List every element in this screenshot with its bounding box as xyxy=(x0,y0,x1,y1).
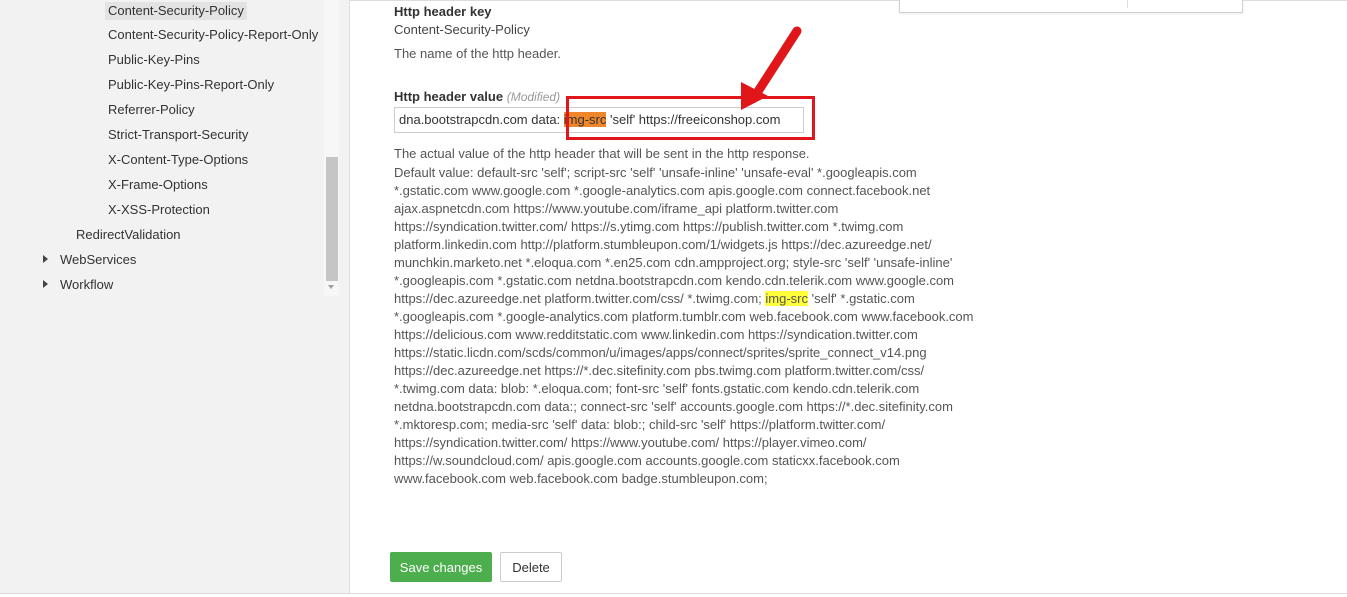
sidebar: Content-Security-Policy Content-Security… xyxy=(0,0,350,593)
http-header-key-description: The name of the http header. xyxy=(394,46,561,61)
http-header-value-label-text: Http header value xyxy=(394,89,504,104)
http-header-value-label: Http header value (Modified) xyxy=(394,89,560,104)
http-header-key-value: Content-Security-Policy xyxy=(394,22,530,37)
sidebar-item-web-services[interactable]: WebServices xyxy=(60,251,136,269)
sidebar-item-public-key-pins[interactable]: Public-Key-Pins xyxy=(108,51,200,69)
default-value-text: Default value: default-src 'self'; scrip… xyxy=(394,164,974,488)
panel-divider xyxy=(1127,0,1128,8)
sidebar-item-strict-transport-security[interactable]: Strict-Transport-Security xyxy=(108,126,248,144)
bottom-divider xyxy=(0,593,1347,594)
save-changes-button[interactable]: Save changes xyxy=(390,552,492,582)
sidebar-scrollbar-thumb[interactable] xyxy=(326,157,338,281)
input-text-before: dna.bootstrapcdn.com data: xyxy=(399,112,564,127)
delete-button[interactable]: Delete xyxy=(500,552,562,582)
sidebar-item-content-security-policy[interactable]: Content-Security-Policy xyxy=(105,2,247,20)
expand-caret-icon[interactable] xyxy=(43,280,48,288)
expand-caret-icon[interactable] xyxy=(43,255,48,263)
sidebar-item-public-key-pins-report-only[interactable]: Public-Key-Pins-Report-Only xyxy=(108,76,274,94)
default-text-before: Default value: default-src 'self'; scrip… xyxy=(394,165,955,306)
sidebar-item-x-content-type-options[interactable]: X-Content-Type-Options xyxy=(108,151,248,169)
modified-indicator: (Modified) xyxy=(506,90,561,104)
http-header-key-label: Http header key xyxy=(394,4,492,19)
default-highlight-img-src: img-src xyxy=(765,291,808,306)
annotation-red-box xyxy=(566,96,815,140)
sidebar-item-x-frame-options[interactable]: X-Frame-Options xyxy=(108,176,208,194)
sidebar-item-x-xss-protection[interactable]: X-XSS-Protection xyxy=(108,201,210,219)
default-text-after: 'self' *.gstatic.com *.googleapis.com *.… xyxy=(394,291,974,486)
http-header-value-description: The actual value of the http header that… xyxy=(394,146,810,161)
dropdown-panel xyxy=(899,0,1243,13)
sidebar-item-redirect-validation[interactable]: RedirectValidation xyxy=(76,226,181,244)
sidebar-item-workflow[interactable]: Workflow xyxy=(60,276,113,294)
sidebar-item-referrer-policy[interactable]: Referrer-Policy xyxy=(108,101,195,119)
scroll-down-arrow-icon[interactable] xyxy=(328,285,334,289)
sidebar-item-csp-report-only[interactable]: Content-Security-Policy-Report-Only xyxy=(108,26,318,44)
